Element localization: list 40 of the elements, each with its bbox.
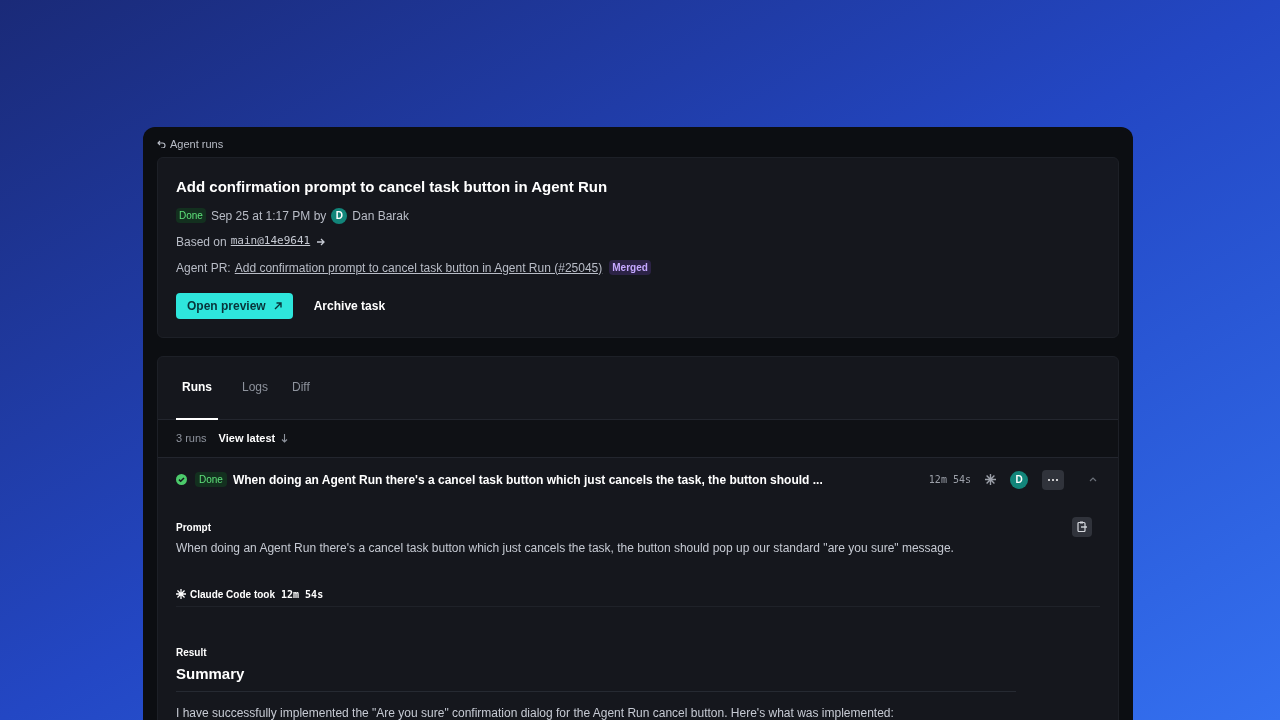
copy-button[interactable] xyxy=(1072,516,1092,537)
author-name: Dan Barak xyxy=(352,207,409,225)
agent-duration: 12m 54s xyxy=(281,587,324,602)
arrow-down-icon xyxy=(281,433,289,443)
result-text: I have successfully implemented the "Are you sure" confirmation dialog for the Agent Run cancel button. Here's what was implemented: xyxy=(176,705,895,720)
archive-task-button[interactable]: Archive task xyxy=(302,292,397,319)
external-arrow-icon xyxy=(273,301,282,310)
result-heading: Summary xyxy=(176,662,1016,692)
commit-link[interactable]: main@14e9641 xyxy=(230,233,311,250)
back-link[interactable]: Agent runs xyxy=(157,137,1119,151)
ellipsis-icon xyxy=(1048,478,1058,481)
prompt-label: Prompt xyxy=(176,520,211,535)
agent-label: Claude Code took xyxy=(190,587,275,602)
merged-badge: Merged xyxy=(609,260,651,275)
status-badge: Done xyxy=(176,208,206,223)
clipboard-icon xyxy=(1077,521,1087,532)
prompt-text: When doing an Agent Run there's a cancel task button which just cancels the task, the button should pop up our standard "are you sure" message. xyxy=(176,539,955,557)
tab[interactable]: Diff xyxy=(292,356,310,420)
more-options-button[interactable] xyxy=(1042,469,1064,490)
run-title: When doing an Agent Run there's a cancel task button which just cancels the task, the button should ... xyxy=(232,471,823,489)
open-preview-button[interactable]: Open preview xyxy=(176,292,293,319)
pr-label: Agent PR: xyxy=(176,259,231,277)
view-latest-button[interactable]: View latest xyxy=(218,429,289,447)
arrow-right-icon xyxy=(316,237,327,246)
avatar: D xyxy=(331,207,348,224)
task-title: Add confirmation prompt to cancel task button in Agent Run xyxy=(176,177,609,197)
runs-count: 3 runs xyxy=(176,430,207,446)
sparkle-icon xyxy=(985,474,996,485)
pr-link[interactable]: Add confirmation prompt to cancel task button in Agent Run (#25045) xyxy=(234,258,603,277)
undo-arrow-icon xyxy=(157,140,166,148)
tab[interactable]: Logs xyxy=(242,356,269,420)
chevron-up-icon xyxy=(1089,477,1097,482)
avatar: D xyxy=(1010,470,1028,489)
check-circle-icon xyxy=(176,474,187,485)
based-on-label: Based on xyxy=(176,233,227,251)
result-label: Result xyxy=(176,645,208,660)
sparkle-icon xyxy=(176,589,186,599)
status-badge: Done xyxy=(195,472,227,487)
run-duration: 12m 54s xyxy=(928,473,971,487)
task-date: Sep 25 at 1:17 PM by xyxy=(210,207,327,225)
